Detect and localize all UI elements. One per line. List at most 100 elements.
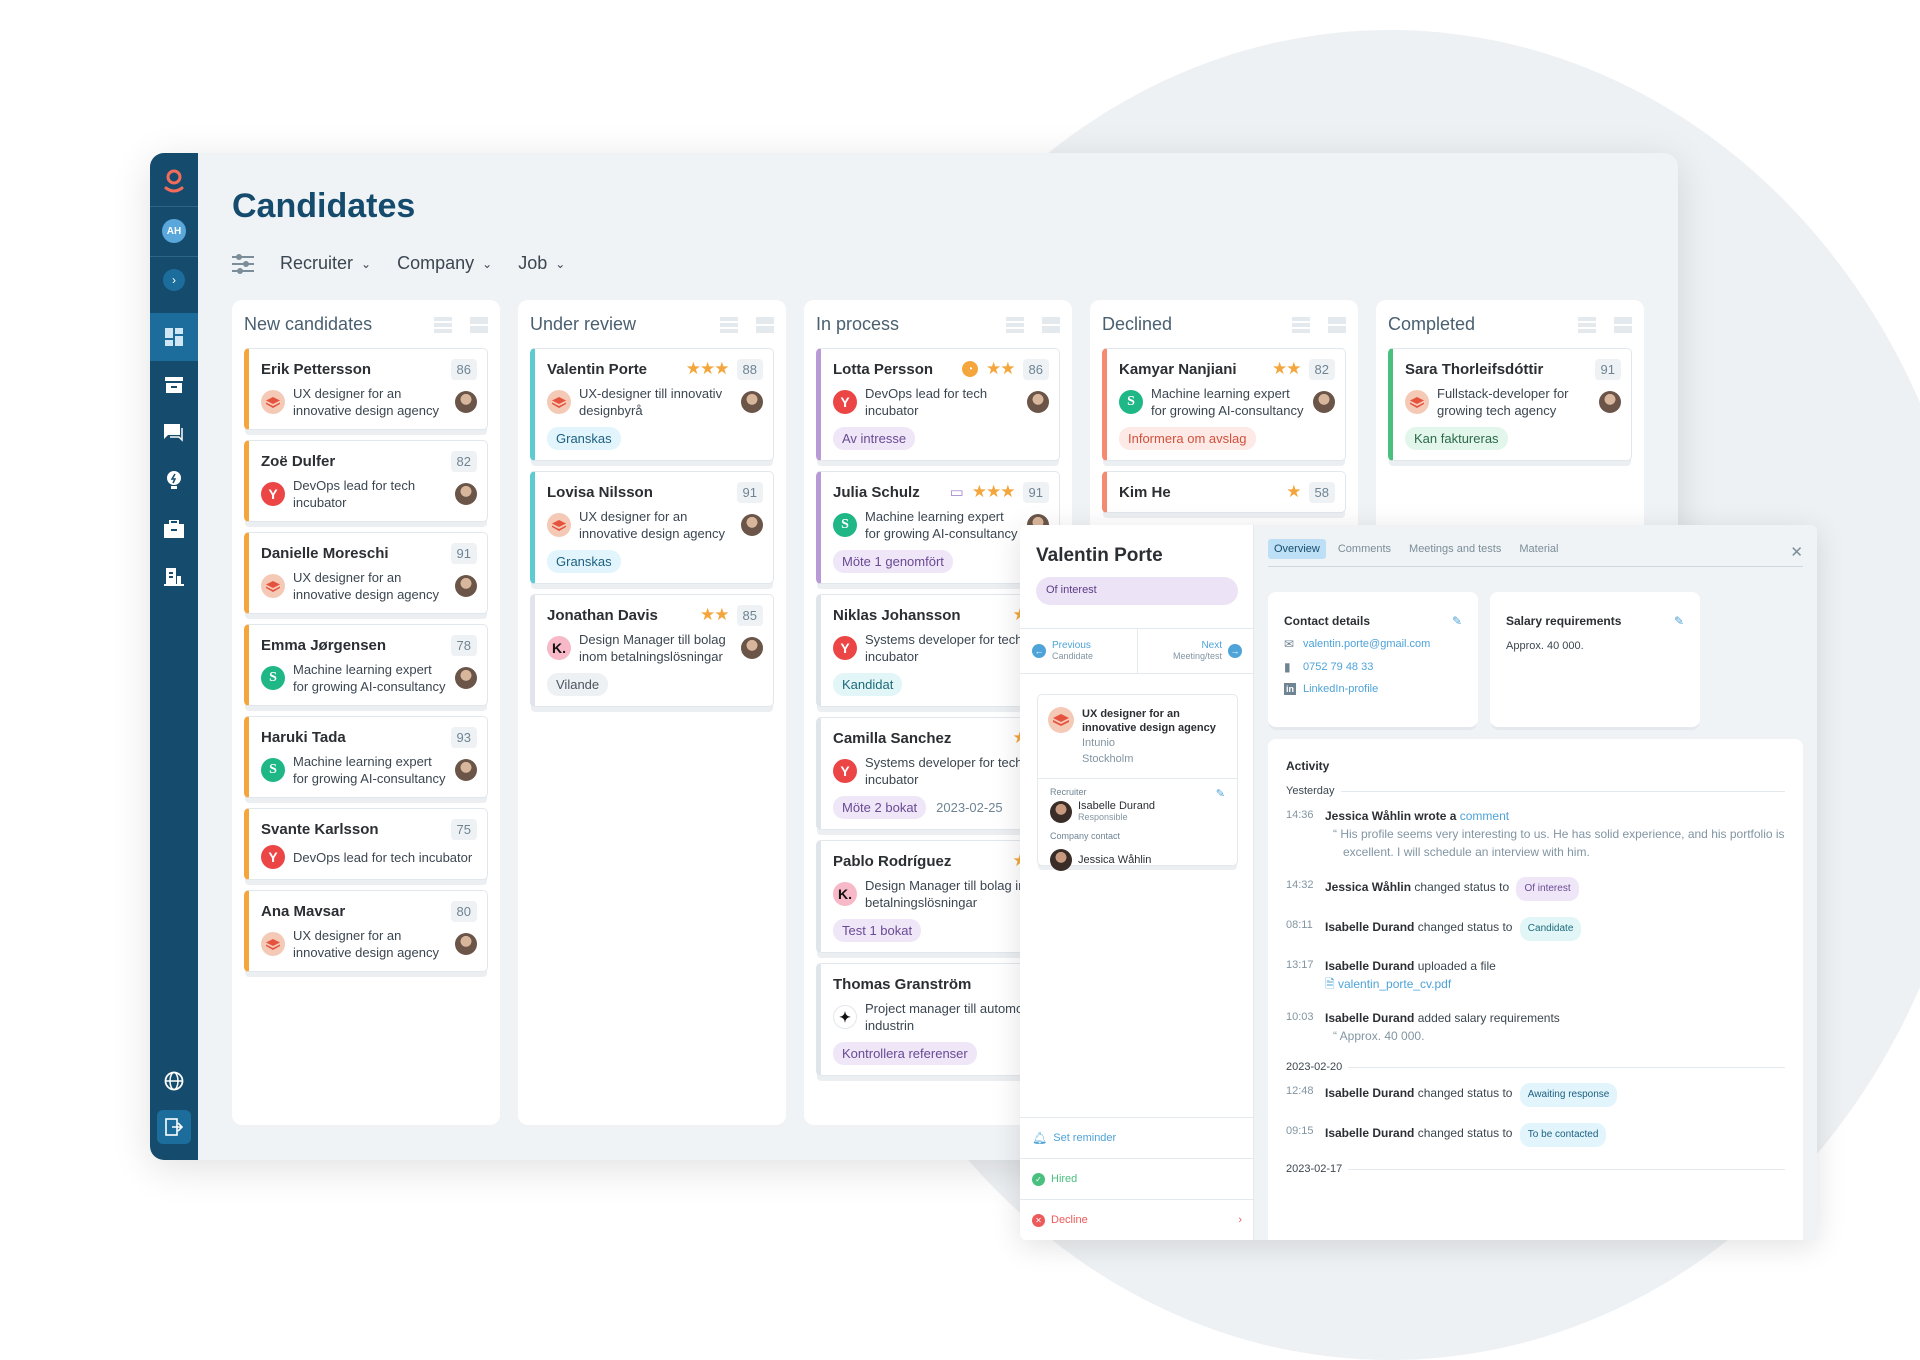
job-company: Intunio: [1082, 737, 1116, 749]
activity-item: 14:36 Jessica Wåhlin wrote a comment “ His…: [1286, 807, 1785, 861]
filter-label: Recruiter: [280, 253, 354, 273]
match-score: 91: [736, 481, 763, 503]
company-logo-icon: [1048, 707, 1074, 733]
activity-quote: “ Approx. 40 000.: [1333, 1029, 1425, 1043]
set-reminder-button[interactable]: 🔔︎ Set reminder: [1020, 1117, 1254, 1158]
candidate-card[interactable]: Emma Jørgensen 78 S Machine learning expert…: [244, 624, 488, 706]
file-link[interactable]: 🗎︎ valentin_porte_cv.pdf: [1325, 975, 1496, 993]
job-title: UX designer for an innovative design age…: [579, 509, 725, 541]
candidate-detail-panel: Valentin Porte Of interest ← Previous Can…: [1020, 525, 1817, 1240]
job-title: Machine learning expert for growing AI-c…: [1151, 386, 1304, 418]
match-score: 93: [450, 726, 477, 748]
filter-company[interactable]: Company ⌄: [397, 253, 492, 274]
match-score: 88: [736, 358, 763, 380]
contact-name: Jessica Wåhlin: [1078, 854, 1152, 866]
list-view-icon[interactable]: [1006, 316, 1024, 333]
candidate-card[interactable]: Ana Mavsar 80 UX designer for an innovativ…: [244, 890, 488, 972]
candidate-summary: Valentin Porte Of interest ← Previous Can…: [1020, 525, 1254, 1240]
candidate-card[interactable]: Haruki Tada 93 S Machine learning expert fo…: [244, 716, 488, 798]
previous-candidate-button[interactable]: ← Previous Candidate: [1020, 629, 1137, 673]
tab-meetings-and-tests[interactable]: Meetings and tests: [1403, 539, 1507, 559]
expand-sidebar-button[interactable]: ›: [150, 256, 198, 304]
candidate-card[interactable]: Kamyar Nanjiani ★★ 82 S Machine learning exp…: [1102, 348, 1346, 461]
logo-icon: [164, 169, 184, 193]
candidate-name: Zoë Dulfer: [261, 452, 336, 470]
rating-stars: ★★★: [971, 482, 1016, 501]
prev-sublabel: Candidate: [1052, 651, 1094, 661]
list-view-icon[interactable]: [1578, 316, 1596, 333]
match-score: 82: [1308, 358, 1335, 380]
candidate-card[interactable]: Kim He ★ 58: [1102, 471, 1346, 513]
candidate-card[interactable]: Lotta Persson ◔ ★★ 86 Y DevOps lead for tech …: [816, 348, 1060, 461]
recruiter-label: Recruiter ✎: [1050, 787, 1225, 800]
compact-view-icon[interactable]: [470, 316, 488, 333]
company-contact-label: Company contact: [1050, 831, 1121, 841]
email-link[interactable]: ✉ valentin.porte@gmail.com: [1284, 637, 1462, 651]
edit-pencil-icon[interactable]: ✎: [1674, 614, 1684, 628]
bell-icon: 🔔︎: [1032, 1131, 1048, 1145]
status-tag: Vilande: [547, 673, 609, 696]
match-score: 80: [450, 900, 477, 922]
job-card[interactable]: UX designer for an innovative design age…: [1037, 694, 1238, 871]
close-icon[interactable]: ✕: [1790, 543, 1803, 561]
list-view-icon[interactable]: [720, 316, 738, 333]
tab-comments[interactable]: Comments: [1332, 539, 1397, 559]
status-tag: Of interest: [1516, 877, 1579, 901]
edit-pencil-icon[interactable]: ✎: [1216, 787, 1225, 800]
candidate-card[interactable]: Svante Karlsson 75 Y DevOps lead for tech i…: [244, 808, 488, 880]
edit-pencil-icon[interactable]: ✎: [1452, 614, 1462, 628]
next-meeting-button[interactable]: Next Meeting/test →: [1136, 629, 1255, 673]
status-tag: Av intresse: [833, 427, 916, 450]
company-logo-icon: Y: [261, 845, 285, 869]
sidebar-item-ideas[interactable]: [150, 457, 198, 505]
chat-icon: [164, 424, 183, 442]
candidate-card[interactable]: Valentin Porte ★★★ 88 UX-designer till inno…: [530, 348, 774, 461]
activity-time: 10:03: [1286, 1011, 1314, 1023]
job-title: Machine learning expert for growing AI-c…: [293, 662, 446, 694]
candidate-card[interactable]: Lovisa Nilsson 91 UX designer for an innov…: [530, 471, 774, 584]
sidebar-item-archive[interactable]: [150, 361, 198, 409]
list-view-icon[interactable]: [1292, 316, 1310, 333]
tab-overview[interactable]: Overview: [1268, 539, 1326, 559]
company-logo-icon: Y: [261, 482, 285, 506]
sidebar-item-companies[interactable]: [150, 553, 198, 601]
sidebar-item-jobs[interactable]: [150, 505, 198, 553]
candidate-card[interactable]: Danielle Moreschi 91 UX designer for an in…: [244, 532, 488, 614]
language-button[interactable]: [150, 1057, 198, 1105]
candidate-card[interactable]: Sara Thorleifsdóttir 91 Fullstack-develope…: [1388, 348, 1632, 461]
compact-view-icon[interactable]: [1614, 316, 1632, 333]
list-view-icon[interactable]: [434, 316, 452, 333]
candidate-card[interactable]: Jonathan Davis ★★ 85 K. Design Manager till …: [530, 594, 774, 707]
user-avatar-button[interactable]: AH: [150, 207, 198, 255]
mail-icon: ✉: [1284, 637, 1295, 651]
sidebar-item-messages[interactable]: [150, 409, 198, 457]
sidebar-item-dashboard[interactable]: [150, 313, 198, 361]
status-dropdown[interactable]: Of interest: [1036, 577, 1238, 605]
job-title: UX designer for an innovative design age…: [293, 570, 439, 602]
recruiter-avatar: [1313, 391, 1335, 413]
candidate-card[interactable]: Zoë Dulfer 82 Y DevOps lead for tech incuba…: [244, 440, 488, 522]
match-score: 91: [450, 542, 477, 564]
phone-link[interactable]: ▮ 0752 79 48 33: [1284, 660, 1462, 674]
filter-job[interactable]: Job ⌄: [518, 253, 565, 274]
tab-material[interactable]: Material: [1513, 539, 1564, 559]
column-title: Declined: [1102, 314, 1173, 334]
candidate-actions: 🔔︎ Set reminder ✓ Hired ✕ Decline ›: [1020, 1117, 1254, 1240]
hired-button[interactable]: ✓ Hired: [1020, 1158, 1254, 1199]
activity-time: 14:32: [1286, 879, 1314, 891]
recruiter-name: Isabelle Durand: [1078, 800, 1156, 812]
filter-sliders-icon[interactable]: [232, 253, 254, 274]
status-tag: Candidate: [1519, 917, 1582, 941]
compact-view-icon[interactable]: [1328, 316, 1346, 333]
job-title: DevOps lead for tech incubator: [293, 478, 416, 510]
compact-view-icon[interactable]: [756, 316, 774, 333]
logout-button[interactable]: [150, 1103, 198, 1151]
comment-link[interactable]: comment: [1460, 809, 1509, 823]
decline-button[interactable]: ✕ Decline ›: [1020, 1199, 1254, 1240]
recruiter-avatar: [741, 514, 763, 536]
compact-view-icon[interactable]: [1042, 316, 1060, 333]
activity-action: wrote a: [1414, 809, 1457, 823]
linkedin-link[interactable]: in LinkedIn-profile: [1284, 683, 1462, 695]
filter-recruiter[interactable]: Recruiter ⌄: [280, 253, 371, 274]
candidate-card[interactable]: Erik Pettersson 86 UX designer for an inno…: [244, 348, 488, 430]
